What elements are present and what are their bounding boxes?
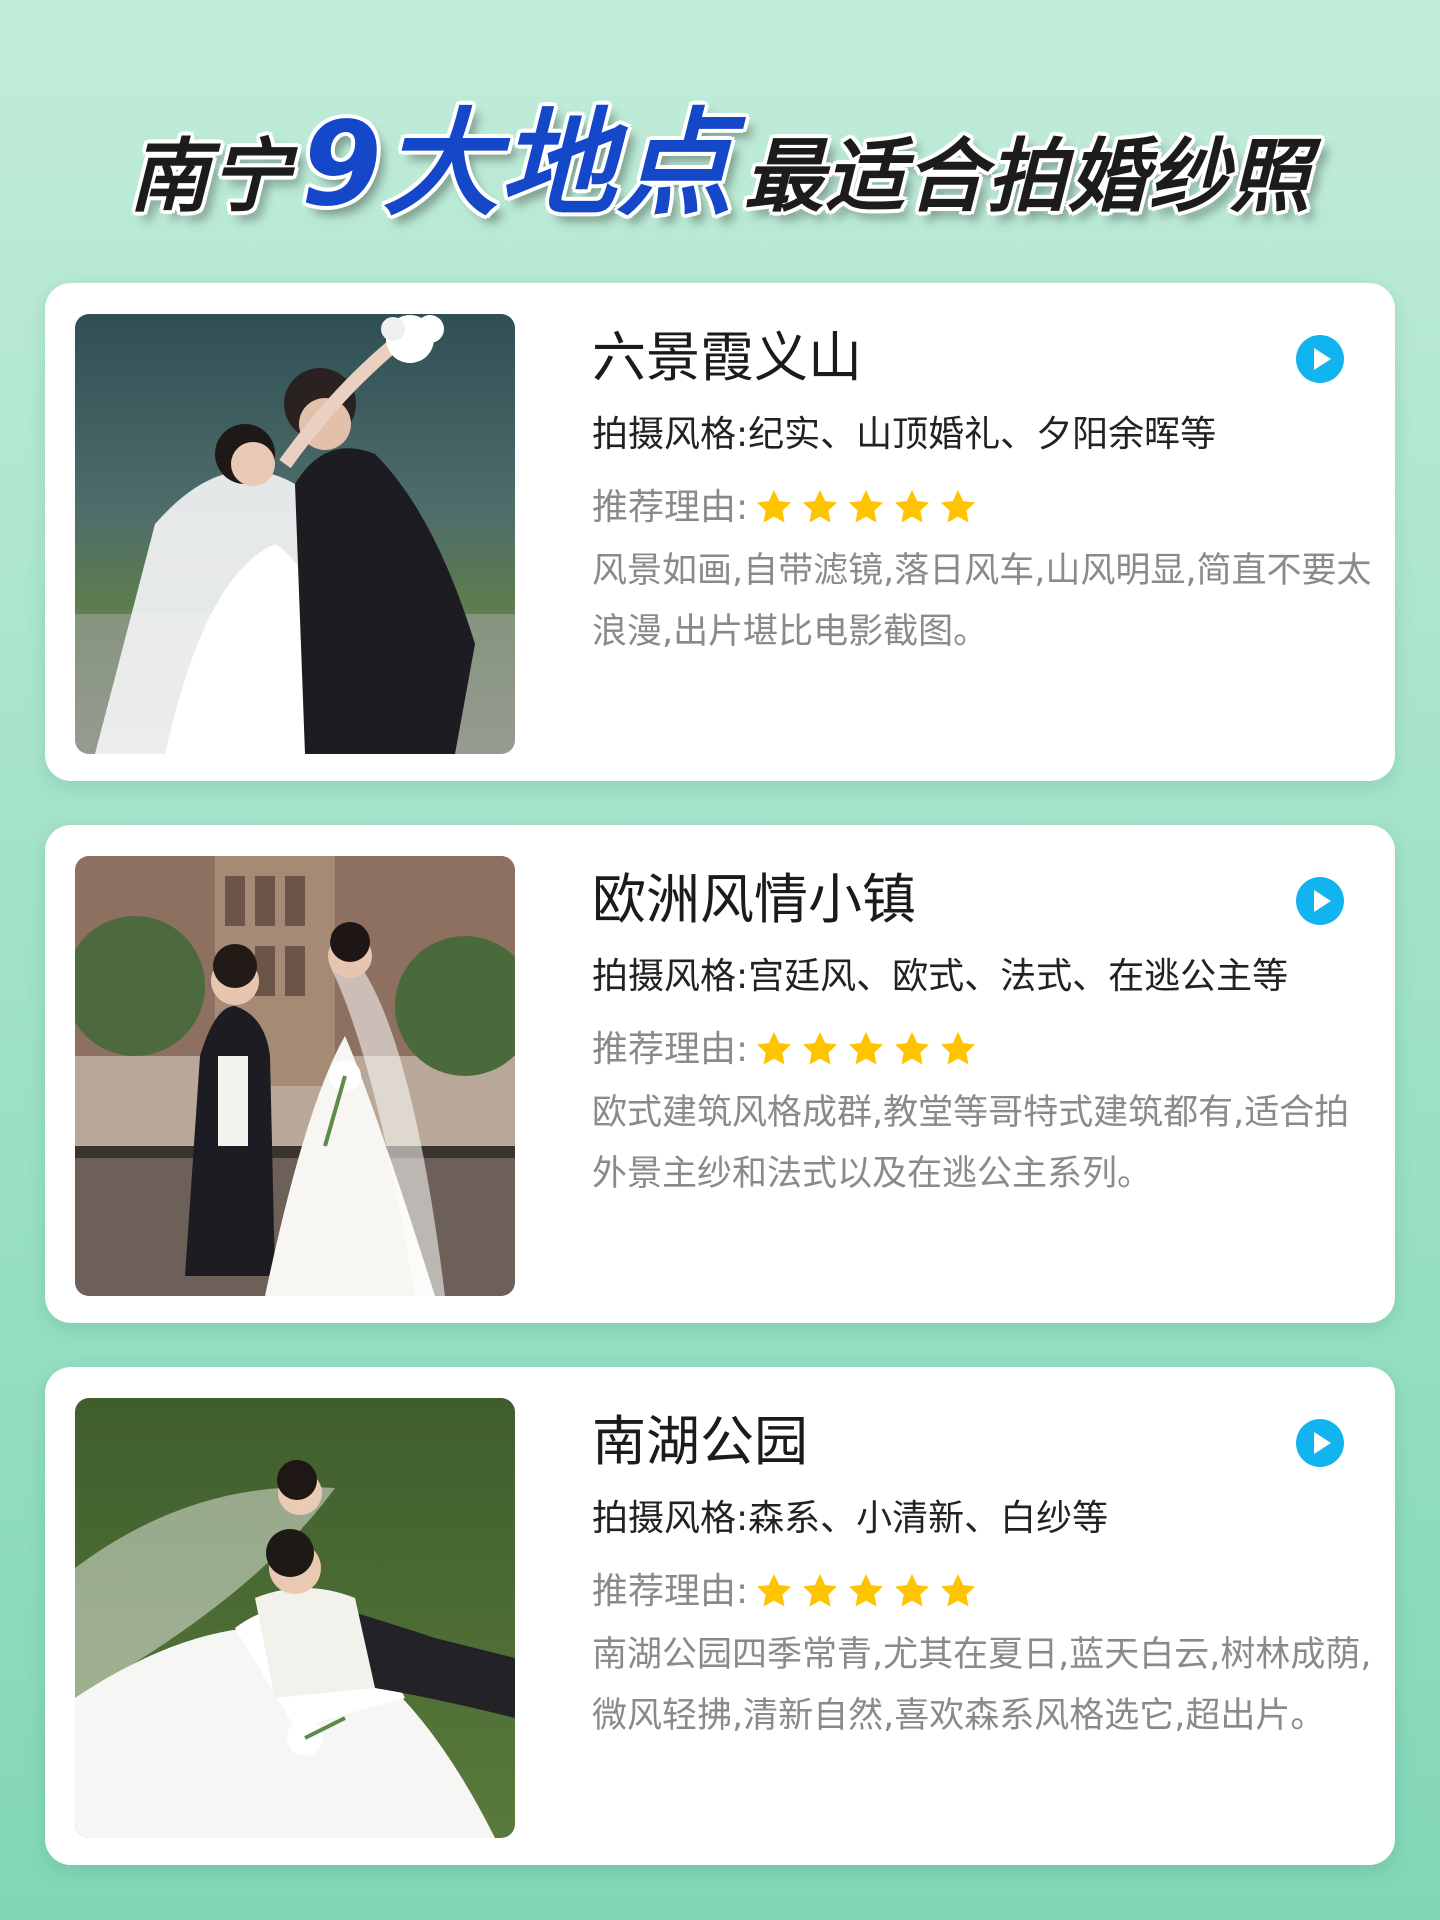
location-description: 风景如画,自带滤镜,落日风车,山风明显,简直不要太浪漫,出片堪比电影截图。 <box>592 551 1372 652</box>
reason-label: 推荐理由: <box>592 1571 749 1612</box>
play-icon[interactable] <box>1296 877 1344 925</box>
card-info: 六景霞义山 拍摄风格:纪实、山顶婚礼、夕阳余晖等 推荐理由: 风景如画,自带滤镜… <box>592 323 1372 663</box>
star-icon <box>800 487 840 527</box>
location-card[interactable]: 六景霞义山 拍摄风格:纪实、山顶婚礼、夕阳余晖等 推荐理由: 风景如画,自带滤镜… <box>45 283 1395 781</box>
location-description: 南湖公园四季常青,尤其在夏日,蓝天白云,树林成荫,微风轻拂,清新自然,喜欢森系风… <box>592 1635 1372 1736</box>
location-title: 南湖公园 <box>592 1410 808 1473</box>
star-rating <box>754 1025 984 1075</box>
star-icon <box>800 1029 840 1069</box>
shooting-style: 拍摄风格:森系、小清新、白纱等 <box>592 1498 1109 1539</box>
recommend-reason: 推荐理由: <box>592 1567 1372 1617</box>
reason-label: 推荐理由: <box>592 1029 749 1070</box>
reason-label: 推荐理由: <box>592 487 749 528</box>
location-title: 六景霞义山 <box>592 326 862 389</box>
star-icon <box>754 487 794 527</box>
wedding-photo <box>75 314 515 754</box>
star-icon <box>938 1029 978 1069</box>
star-rating <box>754 1567 984 1617</box>
star-icon <box>846 487 886 527</box>
star-icon <box>846 1029 886 1069</box>
location-card[interactable]: 南湖公园 拍摄风格:森系、小清新、白纱等 推荐理由: 南湖公园四季常青,尤其在夏… <box>45 1367 1395 1865</box>
recommend-reason: 推荐理由: <box>592 483 1372 533</box>
shooting-style: 拍摄风格:宫廷风、欧式、法式、在逃公主等 <box>592 956 1289 997</box>
play-icon[interactable] <box>1296 1419 1344 1467</box>
star-icon <box>938 487 978 527</box>
wedding-photo <box>75 1398 515 1838</box>
star-icon <box>846 1571 886 1611</box>
star-icon <box>892 1029 932 1069</box>
title-part-2: 最适合拍婚纱照 <box>743 130 1311 223</box>
star-icon <box>938 1571 978 1611</box>
star-icon <box>892 487 932 527</box>
location-description: 欧式建筑风格成群,教堂等哥特式建筑都有,适合拍外景主纱和法式以及在逃公主系列。 <box>592 1093 1350 1194</box>
card-info: 南湖公园 拍摄风格:森系、小清新、白纱等 推荐理由: 南湖公园四季常青,尤其在夏… <box>592 1407 1372 1747</box>
star-icon <box>754 1029 794 1069</box>
page-title: 南宁9大地点 最适合拍婚纱照 <box>0 70 1440 238</box>
recommend-reason: 推荐理由: <box>592 1025 1372 1075</box>
title-part-1: 南宁 <box>129 130 292 223</box>
play-icon[interactable] <box>1296 335 1344 383</box>
title-highlight: 9大地点 <box>301 97 734 232</box>
location-title: 欧洲风情小镇 <box>592 868 916 931</box>
star-rating <box>754 483 984 533</box>
card-info: 欧洲风情小镇 拍摄风格:宫廷风、欧式、法式、在逃公主等 推荐理由: 欧式建筑风格… <box>592 865 1372 1205</box>
star-icon <box>754 1571 794 1611</box>
shooting-style: 拍摄风格:纪实、山顶婚礼、夕阳余晖等 <box>592 414 1217 455</box>
star-icon <box>800 1571 840 1611</box>
wedding-photo <box>75 856 515 1296</box>
location-card[interactable]: 欧洲风情小镇 拍摄风格:宫廷风、欧式、法式、在逃公主等 推荐理由: 欧式建筑风格… <box>45 825 1395 1323</box>
star-icon <box>892 1571 932 1611</box>
